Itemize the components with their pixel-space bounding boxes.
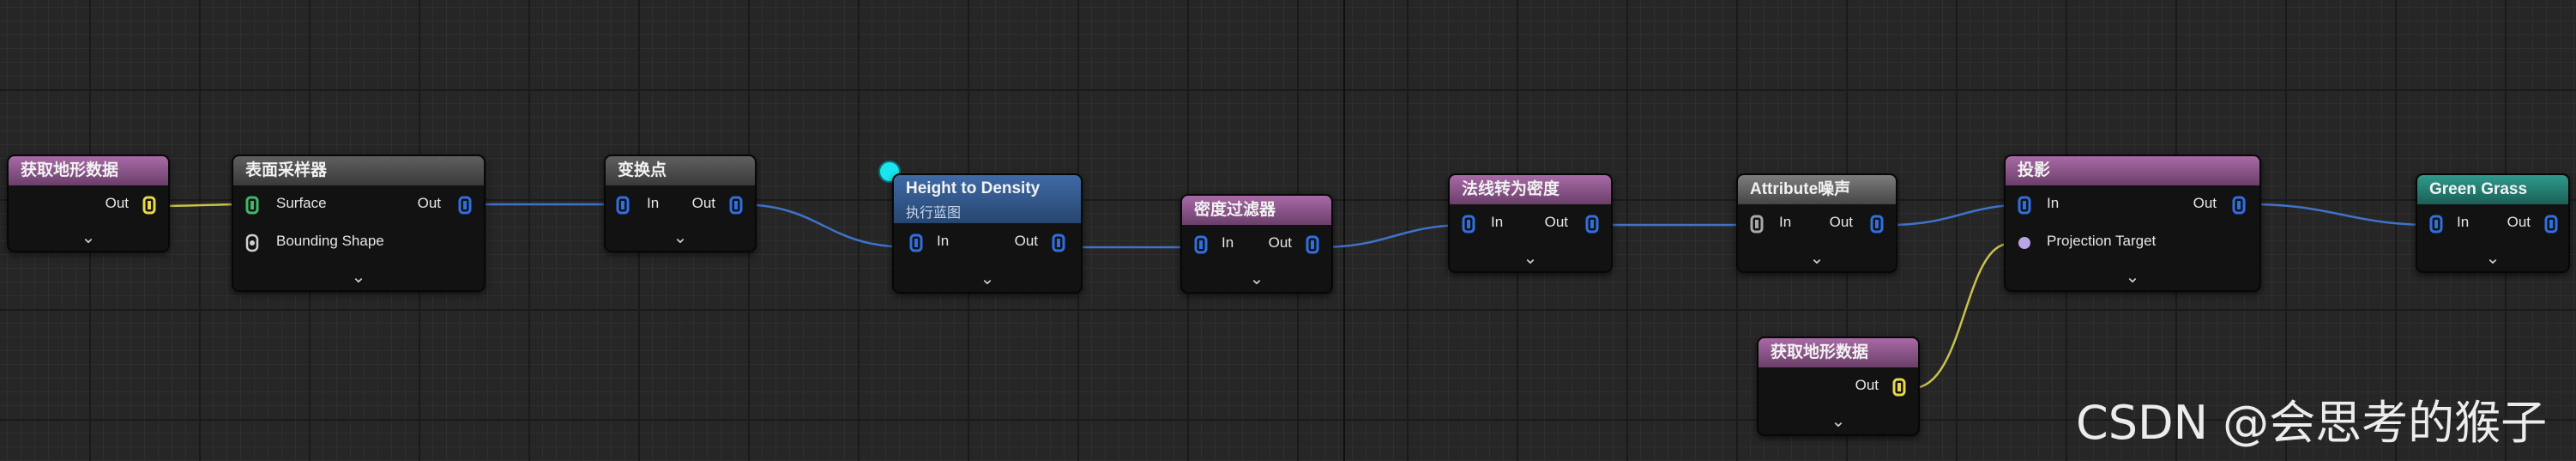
pin-out-blue-icon[interactable] (1870, 215, 1884, 234)
expand-chevron-icon[interactable]: ⌄ (894, 268, 1081, 290)
pin-label-out: Out (1829, 214, 1853, 230)
pin-in-target-icon[interactable] (2018, 234, 2031, 252)
pin-label-out: Out (417, 195, 441, 211)
pin-label-out: Out (691, 195, 715, 211)
graph-grid-major-line (1343, 0, 1345, 461)
pin-label-out: Out (105, 195, 129, 211)
pin-label-out: Out (2193, 195, 2217, 211)
expand-chevron-icon[interactable]: ⌄ (606, 227, 755, 249)
pin-label-in: In (1222, 234, 1234, 251)
node-title-text: Height to Density (906, 179, 1041, 197)
watermark-text: CSDN @会思考的猴子 (2076, 396, 2548, 450)
pin-in-blue-icon[interactable] (2429, 215, 2443, 234)
pin-in-shape-icon[interactable] (245, 234, 259, 252)
node-title: Attribute噪声 (1738, 175, 1896, 204)
node-title: 法线转为密度 (1450, 175, 1611, 204)
pin-label-in: In (647, 195, 660, 211)
pin-label-out: Out (1268, 234, 1292, 251)
wire-landscape2-to-target (1912, 242, 2010, 390)
node-get-landscape-data-2[interactable]: 获取地形数据 Out ⌄ (1757, 337, 1920, 436)
pin-label-projection-target: Projection Target (2047, 233, 2157, 249)
expand-chevron-icon[interactable]: ⌄ (1759, 410, 1918, 433)
pin-out-blue-icon[interactable] (2232, 196, 2246, 215)
expand-chevron-icon[interactable]: ⌄ (2417, 247, 2568, 270)
expand-chevron-icon[interactable]: ⌄ (9, 227, 168, 249)
node-title: 获取地形数据 (1759, 338, 1918, 367)
pin-in-grey-icon[interactable] (1750, 215, 1764, 234)
pin-out-blue-icon[interactable] (458, 196, 472, 215)
node-title: 获取地形数据 (9, 156, 168, 185)
node-transform-points[interactable]: 变换点 In Out ⌄ (604, 155, 757, 252)
node-green-grass[interactable]: Green Grass In Out ⌄ (2416, 173, 2570, 273)
pin-out-blue-icon[interactable] (2544, 215, 2558, 234)
expand-chevron-icon[interactable]: ⌄ (1738, 247, 1896, 270)
pin-in-blue-icon[interactable] (1194, 235, 1208, 254)
node-title: 变换点 (606, 156, 755, 185)
node-title: 投影 (2006, 156, 2259, 185)
pin-in-blue-icon[interactable] (2018, 196, 2031, 215)
pin-out-blue-icon[interactable] (1052, 234, 1065, 252)
node-get-landscape-data[interactable]: 获取地形数据 Out ⌄ (7, 155, 170, 252)
expand-chevron-icon[interactable]: ⌄ (2006, 266, 2259, 288)
node-title: Height to Density 执行蓝图 (894, 175, 1081, 223)
wire-projection-to-grass (2250, 203, 2434, 227)
pin-label-bounding-shape: Bounding Shape (276, 233, 384, 249)
pin-in-blue-icon[interactable] (616, 196, 630, 215)
pin-out-blue-icon[interactable] (729, 196, 743, 215)
wire-transform-to-height (737, 203, 912, 249)
expand-chevron-icon[interactable]: ⌄ (233, 266, 484, 288)
pin-out-blue-icon[interactable] (1306, 235, 1319, 254)
node-normal-to-density[interactable]: 法线转为密度 In Out ⌄ (1448, 173, 1613, 273)
node-projection[interactable]: 投影 In Out Projection Target ⌄ (2004, 155, 2261, 292)
pin-label-surface: Surface (276, 195, 327, 211)
node-surface-sampler[interactable]: 表面采样器 Surface Out Bounding Shape ⌄ (232, 155, 486, 292)
node-title: 密度过滤器 (1182, 196, 1331, 225)
node-height-to-density[interactable]: Height to Density 执行蓝图 In Out ⌄ (892, 173, 1083, 294)
pin-in-blue-icon[interactable] (1462, 215, 1475, 234)
pin-out-yellow-icon[interactable] (142, 196, 156, 215)
pin-out-blue-icon[interactable] (1585, 215, 1599, 234)
pin-label-out: Out (1014, 233, 1038, 249)
pin-out-yellow-icon[interactable] (1892, 378, 1906, 397)
wire-filter-to-normal (1318, 223, 1469, 249)
pin-label-in: In (1491, 214, 1504, 230)
pin-label-in: In (1779, 214, 1792, 230)
expand-chevron-icon[interactable]: ⌄ (1450, 247, 1611, 270)
pin-label-in: In (2457, 214, 2470, 230)
pin-label-out: Out (1544, 214, 1568, 230)
node-density-filter[interactable]: 密度过滤器 In Out ⌄ (1180, 194, 1333, 294)
node-subtitle: 执行蓝图 (906, 206, 962, 221)
pin-label-in: In (937, 233, 950, 249)
pin-in-blue-icon[interactable] (909, 234, 923, 252)
pin-in-green-icon[interactable] (245, 196, 259, 215)
pin-label-in: In (2047, 195, 2060, 211)
node-attribute-noise[interactable]: Attribute噪声 In Out ⌄ (1736, 173, 1897, 273)
expand-chevron-icon[interactable]: ⌄ (1182, 268, 1331, 290)
node-title: Green Grass (2417, 175, 2568, 204)
pin-label-out: Out (2507, 214, 2531, 230)
node-title: 表面采样器 (233, 156, 484, 185)
pin-label-out: Out (1855, 377, 1879, 393)
